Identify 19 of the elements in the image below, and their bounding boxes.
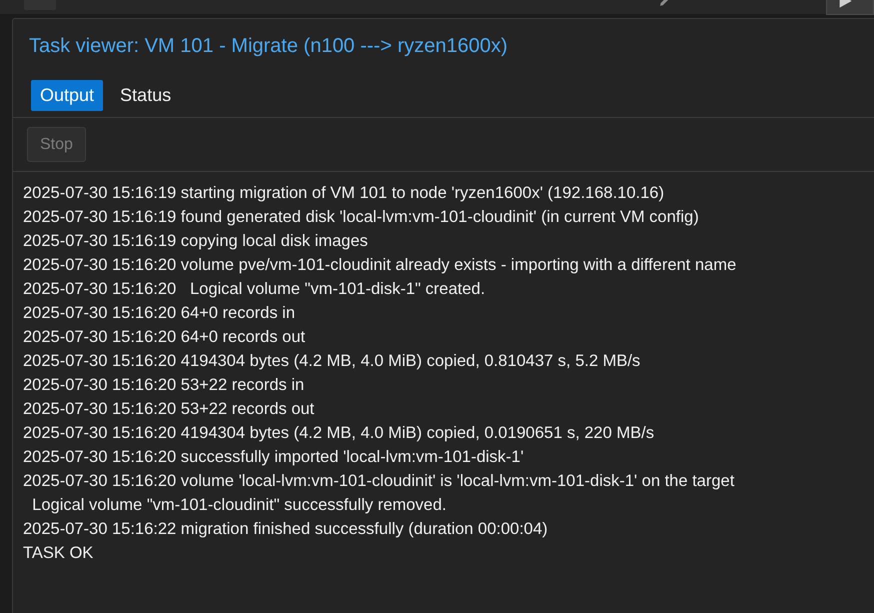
- log-line: 2025-07-30 15:16:19 found generated disk 'local-lvm:vm-101-cloudinit' (in current VM config): [23, 207, 700, 228]
- log-line: 2025-07-30 15:16:20 volume pve/vm-101-cloudinit already exists - importing with a different name: [23, 255, 738, 276]
- log-line: 2025-07-30 15:16:20 64+0 records out: [23, 327, 306, 348]
- log-line: 2025-07-30 15:16:20 successfully imported 'local-lvm:vm-101-disk-1': [23, 447, 525, 468]
- log-line: 2025-07-30 15:16:20 volume 'local-lvm:vm-101-cloudinit' is 'local-lvm:vm-101-disk-1' on the target: [23, 471, 736, 492]
- log-line: 2025-07-30 15:16:20 53+22 records in: [23, 375, 306, 396]
- log-line: 2025-07-30 15:16:20 53+22 records out: [23, 399, 316, 420]
- log-line: 2025-07-30 15:16:20 Logical volume "vm-101-disk-1" created.: [23, 279, 486, 300]
- log-line: 2025-07-30 15:16:22 migration finished successfully (duration 00:00:04): [23, 519, 549, 540]
- log-line: 2025-07-30 15:16:20 4194304 bytes (4.2 MB, 4.0 MiB) copied, 0.810437 s, 5.2 MB/s: [23, 351, 642, 372]
- log-line: 2025-07-30 15:16:19 copying local disk images: [23, 231, 369, 252]
- log-line: Logical volume "vm-101-cloudinit" successfully removed.: [31, 495, 448, 516]
- dialog-title: Task viewer: VM 101 - Migrate (n100 ---> ryzen1600x): [28, 34, 509, 59]
- tab[interactable]: Output: [31, 80, 104, 111]
- tab[interactable]: Status: [111, 80, 180, 111]
- log-line: 2025-07-30 15:16:20 4194304 bytes (4.2 MB, 4.0 MiB) copied, 0.0190651 s, 220 MB/s: [23, 423, 656, 444]
- log-line: 2025-07-30 15:16:20 64+0 records in: [23, 303, 296, 324]
- log-line: 2025-07-30 15:16:19 starting migration of VM 101 to node 'ryzen1600x' (192.168.10.16): [23, 183, 666, 204]
- log-line: TASK OK: [23, 543, 94, 564]
